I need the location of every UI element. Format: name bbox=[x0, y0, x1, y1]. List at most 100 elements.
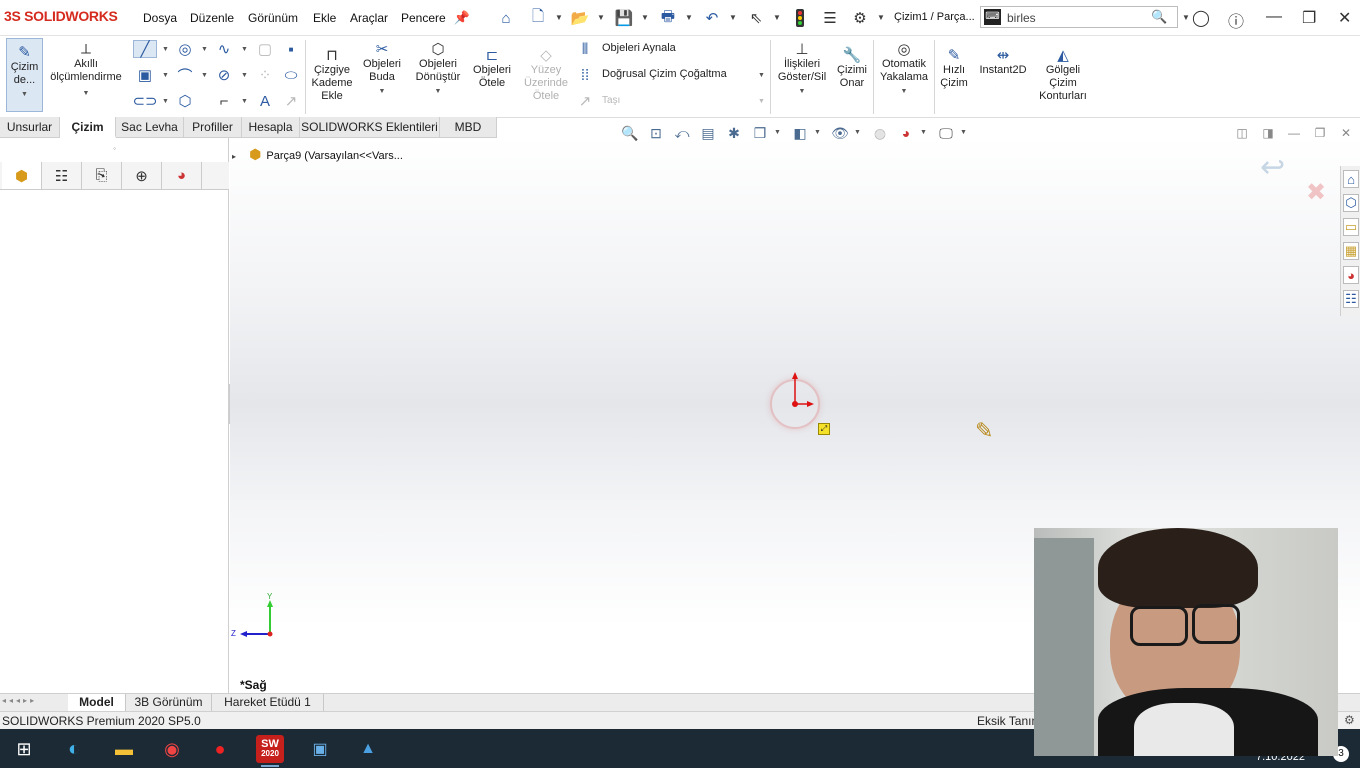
repair-sketch-button[interactable]: 🔧 Çizimi Onar bbox=[834, 46, 870, 90]
new-document-icon[interactable]: 🗋 bbox=[528, 8, 548, 28]
chevron-down-icon[interactable]: ▼ bbox=[555, 13, 563, 22]
feature-tree-root[interactable]: ▸ ⬢ Parça9 (Varsayılan<<Vars... bbox=[232, 146, 403, 163]
tab-scroll-arrows-icon[interactable]: ◂◂◂▸▸ bbox=[2, 696, 66, 709]
chevron-down-icon[interactable]: ▼ bbox=[597, 13, 605, 22]
chevron-down-icon[interactable]: ▼ bbox=[1182, 13, 1190, 22]
confirm-exit-sketch-icon[interactable]: ↩ bbox=[1260, 150, 1285, 185]
rebuild-traffic-light-icon[interactable] bbox=[790, 8, 810, 28]
chevron-down-icon[interactable]: ▼ bbox=[758, 72, 765, 79]
tab-cizim[interactable]: Çizim bbox=[60, 117, 116, 138]
chevron-down-icon[interactable]: ▼ bbox=[47, 90, 125, 97]
line-tool-icon[interactable]: ╱ bbox=[133, 40, 157, 58]
close-doc-icon[interactable]: ✕ bbox=[1336, 124, 1356, 142]
search-box[interactable]: ⌨ birles 🔍 bbox=[980, 6, 1178, 28]
configurationmanager-tab-icon[interactable]: ⎘ bbox=[82, 162, 122, 189]
panel-collapse-handle[interactable]: ◦ bbox=[0, 144, 229, 156]
minimize-doc-icon[interactable]: — bbox=[1284, 124, 1304, 142]
chevron-down-icon[interactable]: ▼ bbox=[410, 88, 466, 95]
spline-tool-icon[interactable]: ∿ bbox=[215, 40, 233, 58]
close-icon[interactable]: ✕ bbox=[1338, 8, 1351, 28]
chevron-down-icon[interactable]: ▼ bbox=[774, 88, 830, 95]
smart-dimension-button[interactable]: ⟂ Akıllı ölçümlendirme ▼ bbox=[47, 40, 125, 112]
tile-right-icon[interactable]: ◨ bbox=[1258, 124, 1278, 142]
view-orientation-icon[interactable]: ❒ bbox=[750, 124, 770, 142]
ellipse-tool-icon[interactable]: ⬭ bbox=[282, 66, 300, 84]
chevron-down-icon[interactable]: ▼ bbox=[241, 46, 248, 53]
hide-show-items-icon[interactable]: 👁 bbox=[830, 124, 850, 142]
minimize-icon[interactable]: — bbox=[1266, 8, 1282, 26]
circle-tool-icon[interactable]: ◎ bbox=[176, 40, 194, 58]
chevron-down-icon[interactable]: ▼ bbox=[162, 72, 169, 79]
offset-entities-button[interactable]: ⊓ Çizgiye Kademe Ekle bbox=[310, 46, 354, 103]
previous-view-icon[interactable]: ⤺ bbox=[672, 124, 692, 142]
menu-pencere[interactable]: Pencere bbox=[401, 11, 446, 25]
dynamic-annotation-icon[interactable]: ✱ bbox=[724, 124, 744, 142]
restore-icon[interactable]: ❐ bbox=[1302, 8, 1316, 28]
point-tool-icon[interactable]: ■ bbox=[282, 40, 300, 58]
shaded-contours-button[interactable]: ◭ Gölgeli Çizim Konturları bbox=[1034, 46, 1092, 103]
photos-icon[interactable]: ▲ bbox=[354, 735, 382, 763]
instant2d-button[interactable]: ⇹ Instant2D bbox=[974, 46, 1032, 77]
tab-3d-view[interactable]: 3B Görünüm bbox=[126, 694, 212, 711]
trim-entities-button[interactable]: ✂ Objeleri Buda ▼ bbox=[358, 40, 406, 95]
solidworks-resources-icon[interactable]: ⌂ bbox=[1343, 170, 1359, 188]
home-icon[interactable]: ⌂ bbox=[496, 8, 516, 28]
mirror-entities-button[interactable]: Objeleri Aynala bbox=[602, 42, 676, 54]
tab-unsurlar[interactable]: Unsurlar bbox=[0, 117, 60, 138]
search-icon[interactable]: 🔍 bbox=[1151, 9, 1167, 25]
linear-pattern-button[interactable]: Doğrusal Çizim Çoğaltma bbox=[602, 68, 727, 80]
expand-arrow-icon[interactable]: ▸ bbox=[232, 152, 236, 161]
text-tool-icon[interactable]: A bbox=[256, 92, 274, 110]
menu-ekle[interactable]: Ekle bbox=[313, 11, 336, 25]
print-icon[interactable]: 🖶 bbox=[658, 8, 678, 28]
chevron-down-icon[interactable]: ▼ bbox=[960, 129, 967, 136]
chevron-down-icon[interactable]: ▼ bbox=[877, 13, 885, 22]
tab-model[interactable]: Model bbox=[68, 694, 126, 711]
menu-gorunum[interactable]: Görünüm bbox=[248, 11, 298, 25]
edge-browser-icon[interactable]: ◐ bbox=[60, 735, 88, 763]
chevron-down-icon[interactable]: ▼ bbox=[201, 46, 208, 53]
chevron-down-icon[interactable]: ▼ bbox=[201, 72, 208, 79]
chevron-down-icon[interactable]: ▼ bbox=[773, 13, 781, 22]
sketch-origin-icon[interactable] bbox=[780, 368, 820, 418]
chevron-down-icon[interactable]: ▼ bbox=[920, 129, 927, 136]
chevron-down-icon[interactable]: ▼ bbox=[641, 13, 649, 22]
sketch-button[interactable]: ✎ Çizim de... ▼ bbox=[6, 38, 43, 112]
arc-tool-icon[interactable]: ⌒ bbox=[176, 66, 194, 85]
tab-sac-levha[interactable]: Sac Levha bbox=[116, 117, 184, 138]
offset-objects-button[interactable]: ⊏ Objeleri Ötele bbox=[468, 46, 516, 90]
slot-tool-icon[interactable]: ⊂⊃ bbox=[132, 92, 157, 110]
chevron-down-icon[interactable]: ▼ bbox=[241, 72, 248, 79]
help-icon[interactable]: ⓘ bbox=[1228, 8, 1244, 32]
save-icon[interactable]: 💾 bbox=[614, 8, 634, 28]
file-explorer-icon[interactable]: ▬ bbox=[110, 735, 138, 763]
solidworks-taskbar-icon[interactable]: SW 2020 bbox=[256, 735, 284, 763]
menu-dosya[interactable]: Dosya bbox=[143, 11, 177, 25]
select-arrow-icon[interactable]: ⇖ bbox=[746, 8, 766, 28]
rectangle-tool-icon[interactable]: ▣ bbox=[136, 66, 154, 84]
rapid-sketch-button[interactable]: ✎ Hızlı Çizim bbox=[937, 46, 971, 90]
zoom-to-fit-icon[interactable]: 🔍 bbox=[620, 124, 640, 142]
convert-entities-button[interactable]: ⬡ Objeleri Dönüştür ▼ bbox=[410, 40, 466, 95]
display-manager-tab-icon[interactable]: ◕ bbox=[162, 162, 202, 189]
search-input[interactable]: birles bbox=[1007, 11, 1036, 25]
file-properties-icon[interactable]: ☰ bbox=[820, 8, 840, 28]
propertymanager-tab-icon[interactable]: ☷ bbox=[42, 162, 82, 189]
featuremanager-tab-icon[interactable]: ⬢ bbox=[2, 162, 42, 189]
pin-icon[interactable]: 📌 bbox=[452, 8, 472, 28]
tab-profiller[interactable]: Profiller bbox=[184, 117, 242, 138]
chevron-down-icon[interactable]: ▼ bbox=[854, 129, 861, 136]
view-palette-icon[interactable]: ▦ bbox=[1343, 242, 1359, 260]
zoom-to-area-icon[interactable]: ⊡ bbox=[646, 124, 666, 142]
relations-button[interactable]: ⊥ İlişkileri Göster/Sil ▼ bbox=[774, 40, 830, 95]
help-tooltip-icon[interactable]: ⚙ bbox=[1344, 713, 1355, 727]
menu-araclar[interactable]: Araçlar bbox=[350, 11, 388, 25]
tile-left-icon[interactable]: ◫ bbox=[1232, 124, 1252, 142]
chevron-down-icon[interactable]: ▼ bbox=[162, 98, 169, 105]
quick-snaps-button[interactable]: ◎ Otomatik Yakalama ▼ bbox=[876, 40, 932, 95]
solidworks-logo[interactable]: 3S SOLIDWORKS bbox=[4, 8, 118, 24]
display-style-icon[interactable]: ◧ bbox=[790, 124, 810, 142]
dimxpert-tab-icon[interactable]: ⊕ bbox=[122, 162, 162, 189]
apply-scene-icon[interactable]: ◕ bbox=[896, 124, 916, 142]
polygon-tool-icon[interactable]: ⊘ bbox=[215, 66, 233, 84]
